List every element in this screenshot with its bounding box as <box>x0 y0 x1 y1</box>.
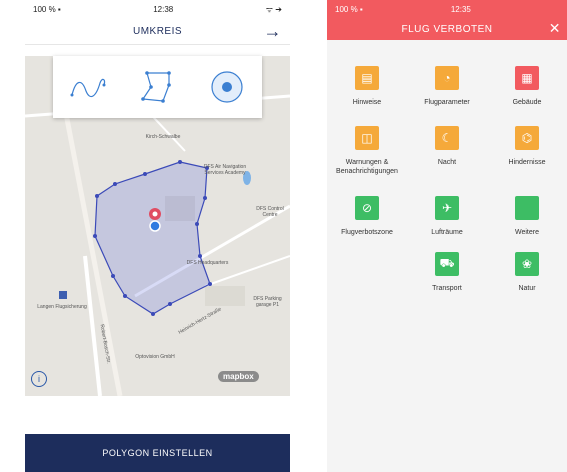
category-label: Hindernisse <box>508 159 546 166</box>
header: UMKREIS → <box>25 18 290 45</box>
info-icon[interactable]: i <box>31 371 47 387</box>
right-screen: 100 % ▪ 12:35 FLUG VERBOTEN ✕ ▤ Hinweise ◔… <box>327 0 567 472</box>
category-label: Hinweise <box>352 99 382 106</box>
plane-icon: ✈ <box>435 196 459 220</box>
category-label: Weitere <box>515 229 539 236</box>
polygon-icon <box>141 71 172 103</box>
map-label-dfs-control: DFS Control Centre <box>256 206 284 218</box>
category-label: Warnungen & Benachrichtigungen <box>336 159 398 175</box>
back-arrow-icon[interactable]: → <box>264 21 283 42</box>
gauge-icon: ◔ <box>435 66 459 90</box>
category-item[interactable]: ☾ Nacht <box>407 126 487 167</box>
map-label-langen: Langen Flugsicherung <box>37 304 87 310</box>
status-bar-right: 100 % ▪ 12:35 <box>327 0 567 18</box>
status-carrier: 100 % ▪ <box>33 4 61 14</box>
map-label-dfs-air: DFS Air Navigation Services Academy <box>203 164 247 176</box>
set-polygon-button[interactable]: POLYGON EINSTELLEN <box>25 434 290 472</box>
truck-icon: ⛟ <box>435 252 459 276</box>
left-screen: 100 % ▪ 12:38 ᯤ ➔ UMKREIS → Kirch-Schwal… <box>25 0 290 472</box>
bell-icon: ◫ <box>355 126 379 150</box>
status-icons: ᯤ ➔ <box>265 4 282 14</box>
category-item[interactable]: ✈ Lufträume <box>407 196 487 237</box>
category-item[interactable]: ❀ Natur <box>487 252 567 293</box>
category-item[interactable]: ◫ Warnungen & Benachrichtigungen <box>327 126 407 176</box>
map-label-optovision: Optovision GmbH <box>135 354 175 360</box>
area-polygon <box>94 161 211 315</box>
circle-tool[interactable] <box>202 62 252 112</box>
circle-icon <box>211 71 243 103</box>
category-label: Gebäude <box>512 99 542 106</box>
page-title: UMKREIS <box>132 25 183 37</box>
category-label: Flugparameter <box>424 99 470 106</box>
header-right: FLUG VERBOTEN ✕ <box>327 18 567 40</box>
category-item[interactable]: ◔ Flugparameter <box>407 66 487 107</box>
map-label-dfs-parking: DFS Parking garage P1 <box>253 296 282 308</box>
category-item[interactable]: ⌬ Hindernisse <box>487 126 567 167</box>
freehand-icon <box>70 78 106 98</box>
category-label: Natur <box>518 285 536 292</box>
category-item[interactable]: Weitere <box>487 196 567 237</box>
current-location-dot <box>149 220 161 232</box>
category-item[interactable]: ▤ Hinweise <box>327 66 407 107</box>
building-icon: ▦ <box>515 66 539 90</box>
category-item[interactable]: ⊘ Flugverbotszone <box>327 196 407 237</box>
obstacle-icon: ⌬ <box>515 126 539 150</box>
mapbox-logo: mapbox <box>218 371 259 382</box>
category-item[interactable]: ▦ Gebäude <box>487 66 567 107</box>
map-label-dfs-hq: DFS Headquarters <box>186 260 229 266</box>
category-label: Flugverbotszone <box>341 229 393 236</box>
status-bar: 100 % ▪ 12:38 ᯤ ➔ <box>25 0 290 18</box>
freehand-tool[interactable] <box>63 62 113 112</box>
category-label: Transport <box>432 285 462 292</box>
nature-icon: ❀ <box>515 252 539 276</box>
map-label-kirch: Kirch-Schwalbe <box>145 134 181 140</box>
close-icon[interactable]: ✕ <box>549 20 561 37</box>
document-icon: ▤ <box>355 66 379 90</box>
status-time: 12:38 <box>153 4 174 14</box>
more-icon <box>515 196 539 220</box>
polygon-tool[interactable] <box>132 62 182 112</box>
category-label: Nacht <box>437 159 457 166</box>
category-item[interactable]: ⛟ Transport <box>407 252 487 293</box>
status-carrier-right: 100 % ▪ <box>335 4 363 14</box>
no-fly-icon: ⊘ <box>355 196 379 220</box>
category-label: Lufträume <box>431 229 463 236</box>
status-time-right: 12:35 <box>450 4 471 14</box>
shape-toolbar <box>53 56 262 118</box>
page-title-right: FLUG VERBOTEN <box>401 23 493 35</box>
moon-icon: ☾ <box>435 126 459 150</box>
